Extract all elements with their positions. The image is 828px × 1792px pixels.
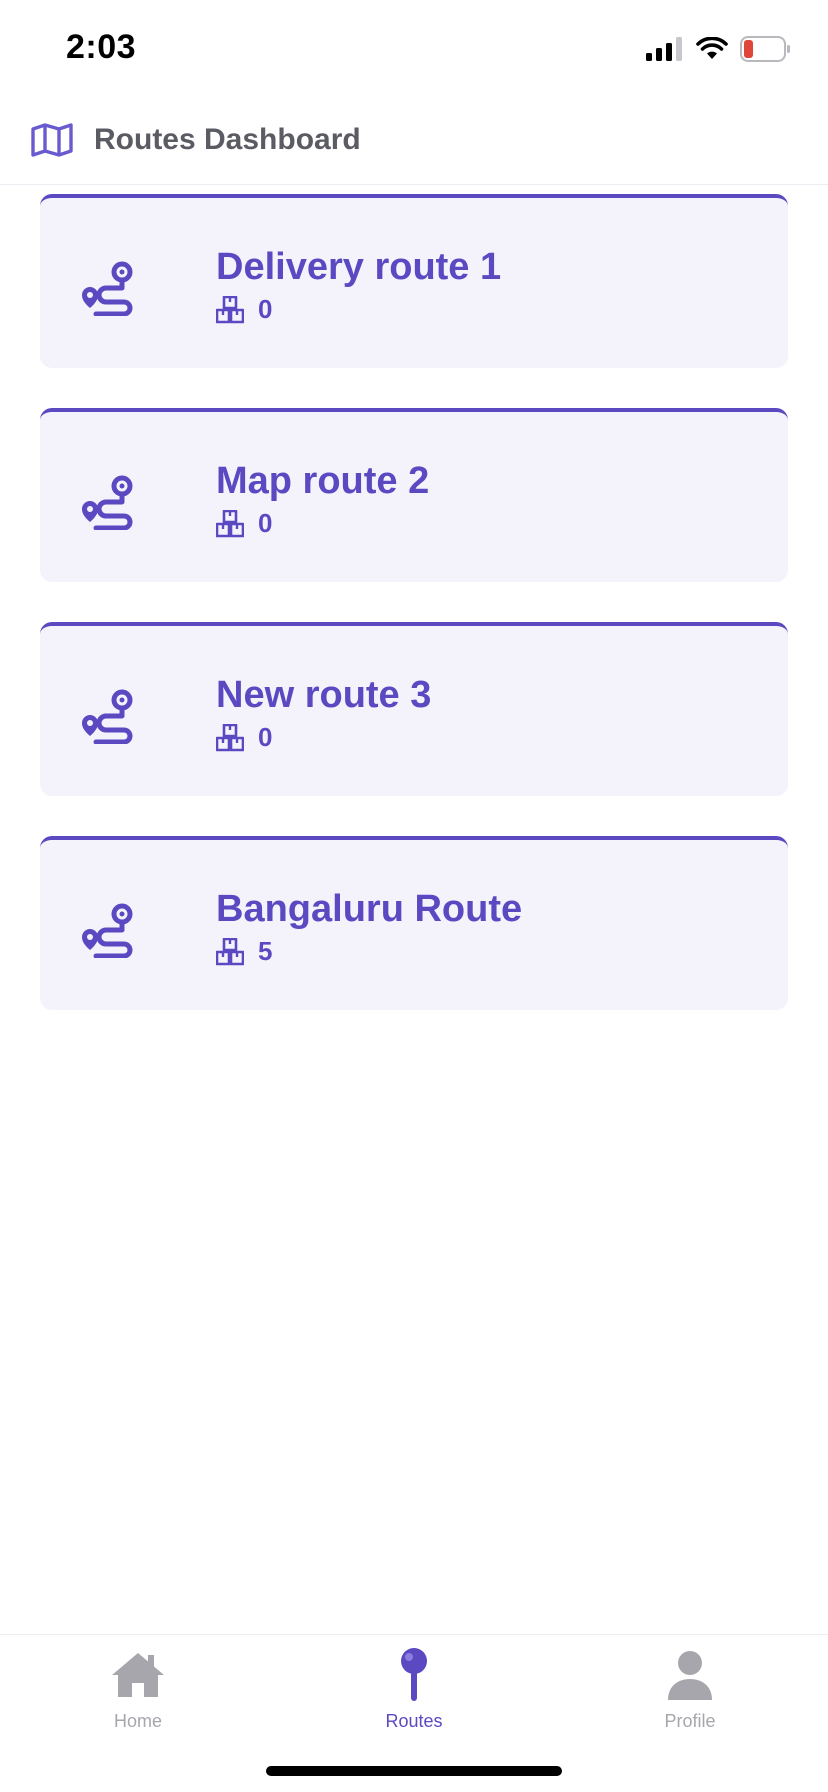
- home-indicator[interactable]: [266, 1766, 562, 1776]
- route-count: 5: [258, 936, 273, 966]
- wifi-icon: [696, 36, 728, 66]
- route-icon: [80, 902, 136, 959]
- tab-profile-label: Profile: [664, 1711, 716, 1731]
- status-bar: 2:03: [0, 0, 828, 96]
- route-name: Bangaluru Route: [216, 888, 523, 930]
- route-count: 0: [258, 294, 273, 324]
- route-count: 0: [258, 508, 273, 538]
- route-meta: 0: [215, 508, 273, 539]
- route-card[interactable]: Delivery route 1 0: [40, 194, 788, 368]
- person-icon: [660, 1647, 720, 1703]
- route-meta: 0: [215, 722, 273, 753]
- page-title: Routes Dashboard: [94, 123, 361, 156]
- route-name: Map route 2: [216, 460, 430, 502]
- app-screen: 2:03 Routes Dashboard Delivery route 1 0…: [0, 0, 828, 1792]
- route-meta: 0: [215, 294, 273, 325]
- boxes-icon: [215, 509, 245, 538]
- route-icon: [80, 474, 136, 531]
- boxes-icon: [215, 937, 245, 966]
- status-icons: [646, 36, 792, 67]
- route-card[interactable]: Bangaluru Route 5: [40, 836, 788, 1010]
- home-icon: [108, 1647, 168, 1703]
- boxes-icon: [215, 723, 245, 752]
- route-name: Delivery route 1: [216, 246, 502, 288]
- status-time: 2:03: [66, 28, 137, 66]
- tab-profile[interactable]: Profile: [610, 1647, 770, 1732]
- boxes-icon: [215, 295, 245, 324]
- route-card[interactable]: New route 3 0: [40, 622, 788, 796]
- tab-routes-label: Routes: [385, 1711, 443, 1731]
- route-icon: [80, 260, 136, 317]
- tab-routes[interactable]: Routes: [334, 1647, 494, 1732]
- route-list: Delivery route 1 0 Map route 2 0 New rou…: [40, 194, 788, 1050]
- pin-icon: [384, 1647, 444, 1703]
- route-meta: 5: [215, 936, 273, 967]
- tab-home-label: Home: [113, 1711, 162, 1731]
- map-icon: [30, 118, 74, 162]
- route-card[interactable]: Map route 2 0: [40, 408, 788, 582]
- tab-home[interactable]: Home: [58, 1647, 218, 1732]
- app-header: Routes Dashboard: [0, 96, 828, 185]
- signal-icon: [646, 37, 684, 66]
- route-count: 0: [258, 722, 273, 752]
- route-name: New route 3: [216, 674, 432, 716]
- route-icon: [80, 688, 136, 745]
- battery-icon: [740, 36, 792, 67]
